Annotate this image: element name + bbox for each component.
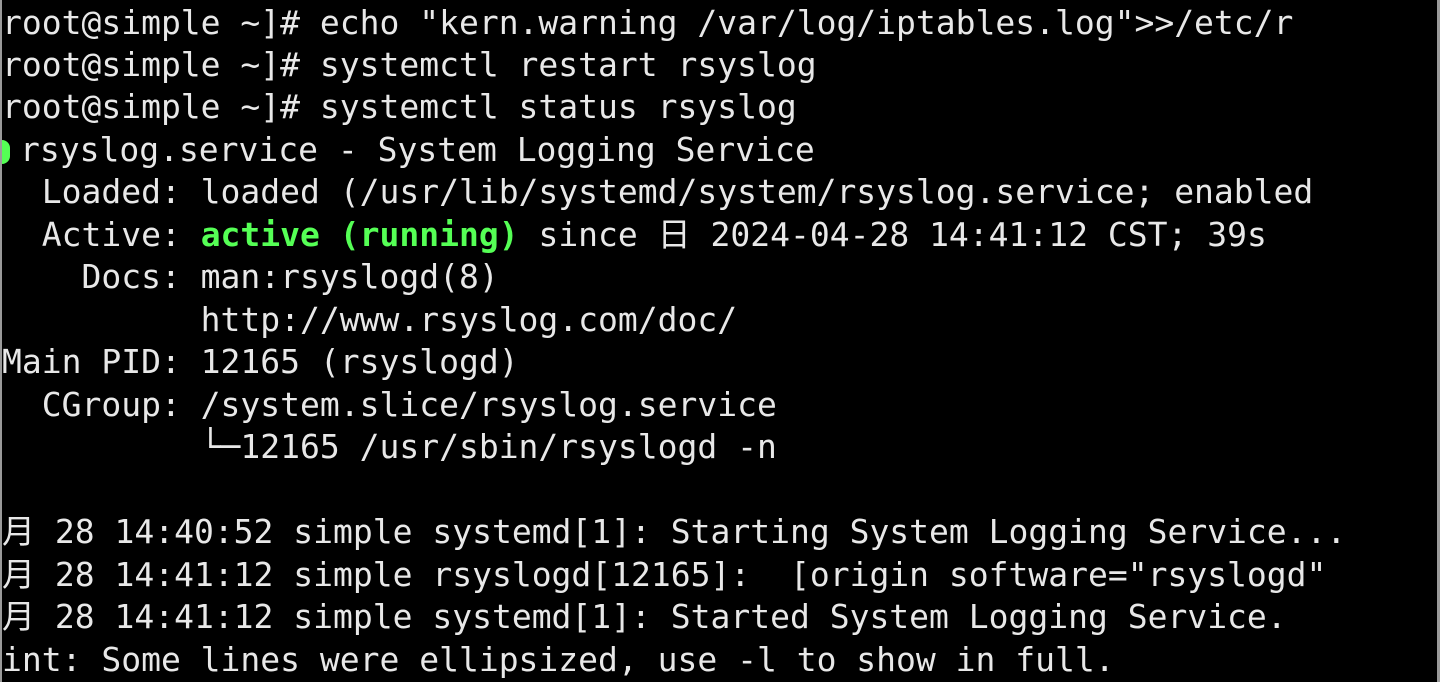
- terminal-line-7: Docs: man:rsyslogd(8): [2, 257, 499, 296]
- service-title: rsyslog.service - System Logging Service: [20, 130, 815, 169]
- terminal-line-14: 月 28 14:41:12 simple rsyslogd[12165]: [o…: [2, 555, 1327, 594]
- terminal-line-8: http://www.rsyslog.com/doc/: [2, 300, 738, 339]
- terminal-line-16: int: Some lines were ellipsized, use -l …: [2, 640, 1115, 679]
- terminal-line-15: 月 28 14:41:12 simple systemd[1]: Started…: [2, 597, 1287, 636]
- terminal-line-13: 月 28 14:40:52 simple systemd[1]: Startin…: [2, 512, 1347, 551]
- status-dot-icon: [2, 139, 10, 164]
- terminal-line-11: └─12165 /usr/sbin/rsyslogd -n: [2, 427, 777, 466]
- terminal-line-6: Active: active (running) since 日 2024-04…: [2, 214, 1437, 256]
- active-since: since 日 2024-04-28 14:41:12 CST; 39s: [518, 215, 1267, 254]
- terminal-window[interactable]: root@simple ~]# echo "kern.warning /var/…: [0, 0, 1440, 682]
- terminal-line-1: root@simple ~]# echo "kern.warning /var/…: [2, 3, 1294, 42]
- active-status: active (running): [200, 215, 519, 254]
- terminal-line-12: [2, 469, 1437, 511]
- terminal-line-10: CGroup: /system.slice/rsyslog.service: [2, 385, 777, 424]
- terminal-line-9: Main PID: 12165 (rsyslogd): [2, 342, 519, 381]
- terminal-line-2: root@simple ~]# systemctl restart rsyslo…: [2, 45, 817, 84]
- terminal-line-4: rsyslog.service - System Logging Service: [2, 129, 1437, 171]
- terminal-line-3: root@simple ~]# systemctl status rsyslog: [2, 87, 797, 126]
- terminal-line-5: Loaded: loaded (/usr/lib/systemd/system/…: [2, 172, 1314, 211]
- active-label: Active:: [2, 215, 201, 254]
